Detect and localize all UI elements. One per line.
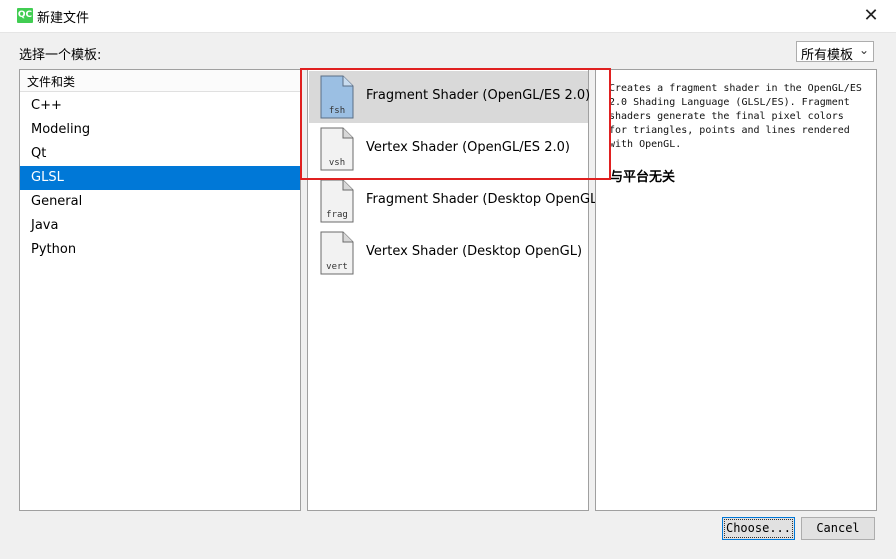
- cancel-button[interactable]: Cancel: [801, 517, 875, 540]
- qt-creator-logo-icon: QC: [17, 8, 33, 23]
- template-item-fragment-shader-es[interactable]: fsh Fragment Shader (OpenGL/ES 2.0): [309, 71, 591, 123]
- category-item-label: Qt: [31, 146, 47, 161]
- category-item-general[interactable]: General: [20, 190, 300, 214]
- category-item-qt[interactable]: Qt: [20, 142, 300, 166]
- category-item-cpp[interactable]: C++: [20, 94, 300, 118]
- category-item-java[interactable]: Java: [20, 214, 300, 238]
- description-line: for triangles, points and lines rendered: [609, 125, 850, 136]
- template-item-label: Vertex Shader (OpenGL/ES 2.0): [366, 140, 570, 155]
- platform-label: 与平台无关: [610, 170, 676, 185]
- choose-button-label: Choose...: [724, 519, 793, 538]
- category-item-label: GLSL: [31, 170, 64, 185]
- template-description: Creates a fragment shader in the OpenGL/…: [609, 82, 871, 152]
- description-line: Creates a fragment shader in the OpenGL/…: [609, 83, 862, 94]
- template-item-label: Fragment Shader (Desktop OpenGL): [366, 192, 603, 207]
- choose-button[interactable]: Choose...: [722, 517, 795, 540]
- template-filter-value: 所有模板: [801, 48, 854, 63]
- svg-text:frag: frag: [326, 210, 348, 220]
- category-item-label: Modeling: [31, 122, 91, 137]
- category-item-label: General: [31, 194, 83, 209]
- file-frag-icon: frag: [320, 179, 354, 223]
- file-vert-icon: vert: [320, 231, 354, 275]
- choose-template-label: 选择一个模板:: [19, 48, 102, 63]
- category-item-label: Java: [31, 218, 59, 233]
- title-bar: QC 新建文件 ✕: [0, 0, 896, 33]
- description-line: 2.0 Shading Language (GLSL/ES). Fragment: [609, 97, 850, 108]
- description-line: with OpenGL.: [609, 139, 682, 150]
- template-item-vertex-shader-es[interactable]: vsh Vertex Shader (OpenGL/ES 2.0): [309, 123, 588, 175]
- category-item-python[interactable]: Python: [20, 238, 300, 262]
- window-title: 新建文件: [37, 11, 90, 26]
- svg-text:vert: vert: [326, 262, 348, 272]
- template-item-label: Vertex Shader (Desktop OpenGL): [366, 244, 583, 259]
- template-filter-combobox[interactable]: 所有模板 ⌄: [796, 41, 874, 63]
- category-item-label: Python: [31, 242, 77, 257]
- template-item-fragment-shader-desktop[interactable]: frag Fragment Shader (Desktop OpenGL): [309, 175, 602, 227]
- svg-text:vsh: vsh: [329, 158, 345, 168]
- category-list[interactable]: 文件和类 C++ Modeling Qt GLSL General Java P…: [19, 69, 301, 511]
- template-list[interactable]: fsh Fragment Shader (OpenGL/ES 2.0) vsh …: [307, 69, 602, 511]
- category-item-glsl[interactable]: GLSL: [20, 166, 300, 190]
- chevron-down-icon: ⌄: [858, 43, 869, 57]
- category-group-label: 文件和类: [27, 75, 76, 89]
- description-line: shaders generate the final pixel colors: [609, 111, 844, 122]
- template-description-panel: Creates a fragment shader in the OpenGL/…: [595, 69, 877, 511]
- close-icon[interactable]: ✕: [860, 5, 882, 27]
- category-item-modeling[interactable]: Modeling: [20, 118, 300, 142]
- file-fsh-icon: fsh: [320, 75, 354, 119]
- template-item-label: Fragment Shader (OpenGL/ES 2.0): [366, 88, 591, 103]
- file-vsh-icon: vsh: [320, 127, 354, 171]
- template-item-vertex-shader-desktop[interactable]: vert Vertex Shader (Desktop OpenGL): [309, 227, 588, 279]
- category-group-header: 文件和类: [20, 70, 300, 92]
- svg-text:fsh: fsh: [329, 106, 345, 116]
- category-item-label: C++: [31, 98, 62, 113]
